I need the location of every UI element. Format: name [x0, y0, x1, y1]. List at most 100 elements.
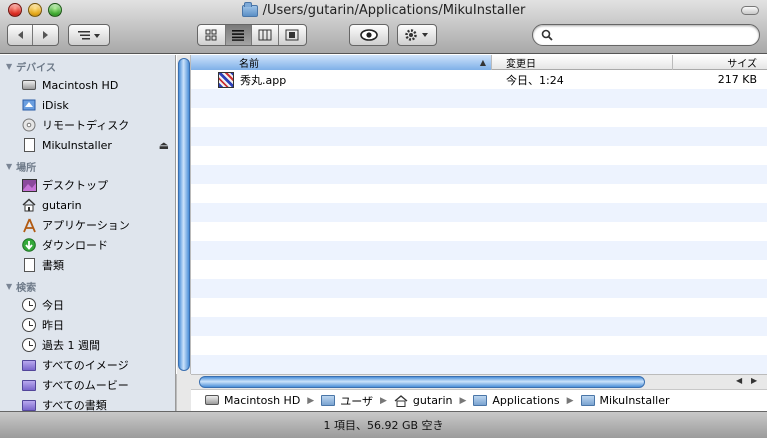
scrollbar-corner: [176, 374, 191, 411]
empty-row: [191, 222, 767, 241]
sidebar-item-today[interactable]: 今日: [0, 295, 175, 315]
vertical-scrollbar[interactable]: ▲ ▼: [177, 55, 191, 374]
clock-icon: [21, 337, 37, 353]
window-title-area: /Users/gutarin/Applications/MikuInstalle…: [0, 1, 767, 18]
coverflow-icon: [285, 29, 299, 41]
empty-row: [191, 260, 767, 279]
status-text: 1 項目、56.92 GB 空き: [323, 419, 444, 432]
gear-icon: [405, 29, 428, 41]
icon-view-icon: [205, 29, 217, 41]
eye-icon: [360, 29, 378, 41]
toolbar-toggle-button[interactable]: [741, 6, 759, 15]
sidebar-item-macintosh-hd[interactable]: Macintosh HD: [0, 75, 175, 95]
quick-look-button[interactable]: [349, 24, 389, 46]
chevron-left-icon: [17, 31, 23, 39]
empty-row: [191, 165, 767, 184]
breadcrumb-mikuinstaller[interactable]: MikuInstaller: [580, 394, 669, 407]
smart-folder-icon: [21, 377, 37, 393]
empty-row: [191, 184, 767, 203]
sidebar-item-all-images[interactable]: すべてのイメージ: [0, 355, 175, 375]
scroll-right-arrow-icon[interactable]: ▶: [751, 376, 757, 385]
file-modified-cell: 今日、1:24: [506, 73, 564, 87]
chevron-right-icon: ▶: [380, 395, 387, 406]
folder-icon: [241, 1, 258, 17]
sidebar-section-search[interactable]: ▼ 検索: [0, 277, 175, 295]
folder-icon: [473, 394, 488, 407]
back-button[interactable]: [8, 25, 34, 45]
idisk-icon: [21, 97, 37, 113]
column-headers: 名前 ▲ 変更日 サイズ: [191, 55, 767, 70]
empty-row: [191, 355, 767, 374]
column-header-modified[interactable]: 変更日: [492, 55, 673, 70]
sidebar: ▼ デバイス Macintosh HD iDisk リモートディスク MikuI…: [0, 55, 176, 411]
file-rows: 秀丸.app 今日、1:24 217 KB: [191, 70, 767, 374]
empty-row: [191, 298, 767, 317]
downloads-icon: [21, 237, 37, 253]
forward-button[interactable]: [33, 25, 58, 45]
sidebar-item-yesterday[interactable]: 昨日: [0, 315, 175, 335]
sidebar-item-past-week[interactable]: 過去 1 週間: [0, 335, 175, 355]
sidebar-item-all-documents[interactable]: すべての書類: [0, 395, 175, 411]
view-mode-control: [197, 24, 307, 46]
disclosure-triangle-icon: ▼: [6, 61, 13, 71]
clock-icon: [21, 297, 37, 313]
empty-row: [191, 336, 767, 355]
empty-row: [191, 89, 767, 108]
list-view-icon: [232, 30, 245, 41]
search-input[interactable]: [558, 28, 748, 42]
sidebar-item-remote-disc[interactable]: リモートディスク: [0, 115, 175, 135]
empty-row: [191, 317, 767, 336]
arrange-icon: [78, 31, 100, 40]
sidebar-item-mikuinstaller[interactable]: MikuInstaller ⏏: [0, 135, 175, 155]
horizontal-scroll-thumb[interactable]: [199, 376, 645, 388]
path-bar: Macintosh HD ▶ ユーザ ▶ gutarin ▶ Applicati…: [191, 389, 767, 411]
coverflow-view-button[interactable]: [279, 25, 306, 45]
breadcrumb-macintosh-hd[interactable]: Macintosh HD: [205, 394, 300, 407]
chevron-right-icon: [43, 31, 48, 39]
eject-icon[interactable]: ⏏: [159, 139, 169, 152]
file-size-cell: 217 KB: [717, 73, 757, 86]
icon-view-button[interactable]: [198, 25, 226, 45]
list-view-button[interactable]: [225, 25, 253, 45]
sidebar-item-idisk[interactable]: iDisk: [0, 95, 175, 115]
breadcrumb-applications[interactable]: Applications: [473, 394, 560, 407]
action-menu-button[interactable]: [397, 24, 437, 46]
horizontal-scrollbar[interactable]: ◀ ▶: [191, 374, 767, 389]
breadcrumb-gutarin[interactable]: gutarin: [394, 394, 452, 407]
column-view-icon: [258, 29, 272, 41]
disclosure-triangle-icon: ▼: [6, 281, 13, 291]
column-header-name[interactable]: 名前 ▲: [191, 55, 492, 70]
status-bar: 1 項目、56.92 GB 空き: [0, 411, 767, 438]
table-row[interactable]: 秀丸.app 今日、1:24 217 KB: [191, 70, 767, 89]
smart-folder-icon: [21, 357, 37, 373]
applications-icon: [21, 217, 37, 233]
file-list: ▲ ▼ 名前 ▲ 変更日 サイズ 秀丸.app 今日、1:24 217 KB: [177, 55, 767, 374]
sidebar-item-desktop[interactable]: デスクトップ: [0, 175, 175, 195]
folder-icon: [580, 394, 595, 407]
column-view-button[interactable]: [252, 25, 279, 45]
clock-icon: [21, 317, 37, 333]
sidebar-item-applications[interactable]: アプリケーション: [0, 215, 175, 235]
file-name-cell: 秀丸.app: [191, 70, 492, 89]
scroll-left-arrow-icon[interactable]: ◀: [736, 376, 742, 385]
vertical-scroll-thumb[interactable]: [178, 58, 190, 371]
search-icon: [541, 29, 553, 41]
back-forward-control: [7, 24, 59, 46]
arrange-menu-button[interactable]: [68, 24, 110, 46]
home-icon: [21, 197, 37, 213]
empty-row: [191, 108, 767, 127]
breadcrumb-users[interactable]: ユーザ: [321, 393, 373, 409]
sidebar-item-documents[interactable]: 書類: [0, 255, 175, 275]
empty-row: [191, 241, 767, 260]
sidebar-section-places[interactable]: ▼ 場所: [0, 157, 175, 175]
disk-image-icon: [21, 137, 37, 153]
search-field[interactable]: [532, 24, 760, 46]
column-header-size[interactable]: サイズ: [673, 55, 767, 70]
sidebar-item-all-movies[interactable]: すべてのムービー: [0, 375, 175, 395]
hard-drive-icon: [21, 77, 37, 93]
chevron-right-icon: ▶: [566, 395, 574, 406]
sidebar-item-home[interactable]: gutarin: [0, 195, 175, 215]
window-title: /Users/gutarin/Applications/MikuInstalle…: [262, 3, 526, 18]
sidebar-item-downloads[interactable]: ダウンロード: [0, 235, 175, 255]
sidebar-section-devices[interactable]: ▼ デバイス: [0, 57, 175, 75]
